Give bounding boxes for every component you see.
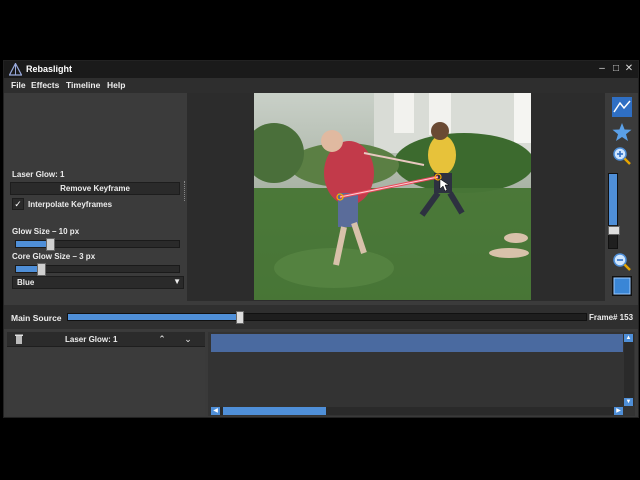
timeline-horizontal-scrollbar[interactable]: ◀ ▶ xyxy=(211,407,623,415)
scroll-up-icon[interactable]: ▲ xyxy=(624,334,633,342)
scroll-right-icon[interactable]: ▶ xyxy=(614,407,623,415)
color-select-value: Blue xyxy=(17,278,35,287)
menu-file[interactable]: File xyxy=(11,80,26,90)
scroll-down-icon[interactable]: ▼ xyxy=(624,398,633,406)
fit-frame-icon[interactable] xyxy=(612,276,632,296)
color-select[interactable]: Blue ▼ xyxy=(12,276,184,289)
mountain-icon[interactable] xyxy=(612,97,632,117)
effect-settings-panel: Laser Glow: 1 Remove Keyframe ✓ Interpol… xyxy=(7,94,184,300)
main-source-label: Main Source xyxy=(11,313,62,323)
zoom-slider[interactable] xyxy=(608,173,620,249)
source-scrubber-fill xyxy=(68,314,239,320)
zoom-slider-thumb[interactable] xyxy=(608,226,620,235)
menu-effects[interactable]: Effects xyxy=(31,80,59,90)
layer-list: Laser Glow: 1 ⌃ ⌄ xyxy=(7,332,205,416)
video-frame[interactable] xyxy=(254,93,531,300)
glow-size-slider[interactable] xyxy=(15,238,180,251)
glow-size-slider-thumb[interactable] xyxy=(46,238,55,251)
zoom-out-icon[interactable] xyxy=(612,252,632,272)
menu-help[interactable]: Help xyxy=(107,80,125,90)
video-preview-area xyxy=(187,93,605,301)
star-icon[interactable] xyxy=(612,122,632,142)
core-glow-label: Core Glow Size – 3 px xyxy=(12,252,96,261)
timeline-panel: Laser Glow: 1 ⌃ ⌄ ▲ ▼ ◀ ▶ xyxy=(4,331,638,417)
window-title: Rebaslight xyxy=(26,64,73,74)
core-glow-slider[interactable] xyxy=(15,263,180,276)
timeline-track[interactable] xyxy=(211,334,623,352)
interpolate-checkbox[interactable]: ✓ xyxy=(12,198,24,210)
remove-keyframe-button[interactable]: Remove Keyframe xyxy=(10,182,180,195)
menu-timeline[interactable]: Timeline xyxy=(66,80,100,90)
timeline-scroll-thumb[interactable] xyxy=(223,407,326,415)
glow-size-label: Glow Size – 10 px xyxy=(12,227,80,236)
close-icon[interactable]: ✕ xyxy=(623,63,635,75)
move-down-icon[interactable]: ⌄ xyxy=(177,333,199,345)
scroll-left-icon[interactable]: ◀ xyxy=(211,407,220,415)
source-bar: Main Source Frame# 153 xyxy=(4,305,638,329)
source-scrubber[interactable] xyxy=(67,311,587,324)
zoom-in-icon[interactable] xyxy=(612,146,632,166)
maximize-icon[interactable]: □ xyxy=(610,63,622,75)
timeline-tracks: ▲ ▼ ◀ ▶ xyxy=(208,332,635,416)
move-up-icon[interactable]: ⌃ xyxy=(151,333,173,345)
app-logo-icon xyxy=(9,63,22,76)
chevron-down-icon: ▼ xyxy=(173,277,181,286)
effect-title: Laser Glow: 1 xyxy=(12,170,65,179)
zoom-slider-fill xyxy=(609,174,617,225)
title-bar: Rebaslight – □ ✕ xyxy=(4,61,638,78)
core-glow-slider-thumb[interactable] xyxy=(37,263,46,276)
app-window: Rebaslight – □ ✕ File Effects Timeline H… xyxy=(3,60,639,418)
source-scrubber-thumb[interactable] xyxy=(236,311,244,324)
frame-number: Frame# 153 xyxy=(589,313,634,322)
minimize-icon[interactable]: – xyxy=(596,63,608,75)
trash-icon[interactable] xyxy=(15,334,23,344)
timeline-vertical-scrollbar[interactable]: ▲ ▼ xyxy=(624,334,634,406)
interpolate-label: Interpolate Keyframes xyxy=(28,200,113,209)
layer-row[interactable]: Laser Glow: 1 ⌃ ⌄ xyxy=(7,332,205,347)
layer-name: Laser Glow: 1 xyxy=(65,335,118,344)
glow-size-slider-fill xyxy=(16,241,49,247)
menu-bar: File Effects Timeline Help xyxy=(4,78,638,93)
